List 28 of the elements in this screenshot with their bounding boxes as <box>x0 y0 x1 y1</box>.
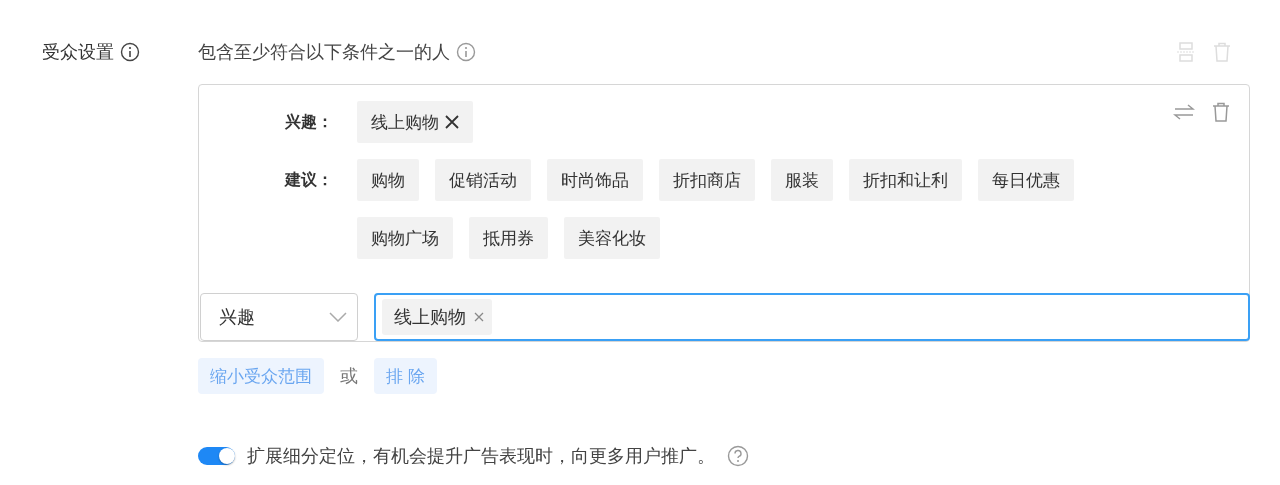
interest-tag[interactable]: 线上购物 <box>357 101 473 143</box>
suggestion-tag[interactable]: 时尚饰品 <box>547 159 643 201</box>
tag-input-field[interactable]: 线上购物 <box>374 293 1250 341</box>
suggestion-tag[interactable]: 购物广场 <box>357 217 453 259</box>
suggestion-tag[interactable]: 购物 <box>357 159 419 201</box>
or-text: 或 <box>340 364 358 388</box>
suggestion-tag[interactable]: 抵用券 <box>469 217 548 259</box>
type-select[interactable]: 兴趣 <box>200 293 358 341</box>
info-icon <box>120 42 140 62</box>
suggestion-tag[interactable]: 折扣和让利 <box>849 159 962 201</box>
section-heading: 包含至少符合以下条件之一的人 <box>198 40 450 64</box>
help-icon[interactable] <box>727 445 749 467</box>
chevron-down-icon[interactable] <box>329 312 347 322</box>
toggle-switch[interactable] <box>198 447 235 465</box>
row-label: 建议： <box>285 169 334 191</box>
field-label: 受众设置 <box>42 40 114 64</box>
suggestion-tag[interactable]: 促销活动 <box>435 159 531 201</box>
input-tag: 线上购物 <box>382 299 492 335</box>
suggestion-tag[interactable]: 每日优惠 <box>978 159 1074 201</box>
swap-icon[interactable] <box>1173 101 1195 123</box>
trash-icon[interactable] <box>1211 101 1231 123</box>
info-icon <box>456 42 476 62</box>
close-icon[interactable] <box>445 115 459 129</box>
suggestion-tag[interactable]: 美容化妆 <box>564 217 660 259</box>
row-label: 兴趣： <box>285 111 334 133</box>
suggestion-tag[interactable]: 服装 <box>771 159 833 201</box>
toggle-label: 扩展细分定位，有机会提升广告表现时，向更多用户推广。 <box>247 444 715 468</box>
suggestion-tag[interactable]: 折扣商店 <box>659 159 755 201</box>
